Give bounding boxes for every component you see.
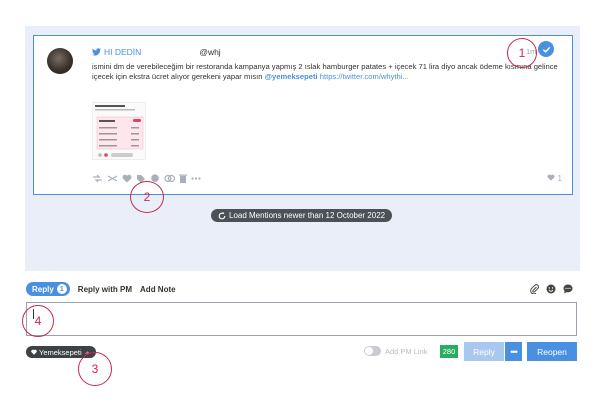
author-handle[interactable]: @whj bbox=[199, 47, 220, 57]
toggle-switch[interactable] bbox=[364, 346, 381, 356]
load-newer-mentions-button[interactable]: Load Mentions newer than 12 October 2022 bbox=[211, 209, 393, 222]
more-icon[interactable] bbox=[191, 174, 201, 185]
like-count-value: 1 bbox=[557, 174, 562, 183]
heart-icon[interactable] bbox=[122, 174, 132, 185]
emoji-icon[interactable] bbox=[546, 284, 556, 294]
reply-button[interactable]: Reply bbox=[464, 342, 504, 361]
reply-textarea[interactable] bbox=[26, 302, 577, 336]
tag-label: Yemeksepeti bbox=[39, 347, 82, 357]
annotation-1: 1 bbox=[507, 38, 537, 68]
tweet-author: HI DEDİN @whj bbox=[92, 47, 221, 57]
trash-icon[interactable] bbox=[179, 174, 187, 185]
refresh-icon bbox=[218, 211, 226, 219]
load-newer-mentions-label: Load Mentions newer than 12 October 2022 bbox=[229, 211, 386, 220]
reply-tabs: Reply 1 Reply with PM Add Note bbox=[26, 282, 176, 296]
shuffle-icon[interactable] bbox=[107, 174, 118, 185]
paperclip-icon[interactable] bbox=[529, 284, 539, 294]
avatar[interactable] bbox=[47, 48, 73, 74]
tweet-image[interactable] bbox=[92, 102, 146, 160]
author-name[interactable]: HI DEDİN bbox=[104, 47, 141, 57]
annotation-3: 3 bbox=[78, 352, 112, 386]
twitter-bird-icon bbox=[92, 48, 101, 56]
like-count: 1 bbox=[547, 174, 562, 183]
tweet-body: ismini dm de verebileceğim bir restorand… bbox=[92, 62, 560, 82]
add-pm-link-label: Add PM Link bbox=[385, 346, 428, 356]
add-pm-link-toggle[interactable]: Add PM Link bbox=[364, 346, 428, 356]
character-counter: 280 bbox=[440, 345, 458, 358]
composer-tools bbox=[529, 284, 573, 294]
chat-icon[interactable] bbox=[563, 284, 573, 294]
tab-reply[interactable]: Reply 1 bbox=[26, 282, 70, 296]
mail-icon[interactable] bbox=[164, 174, 176, 185]
tweet-mention[interactable]: @yemeksepeti bbox=[265, 72, 318, 81]
check-icon bbox=[542, 46, 550, 53]
tab-reply-count: 1 bbox=[56, 284, 67, 294]
tab-add-note[interactable]: Add Note bbox=[140, 285, 176, 294]
tab-reply-with-pm[interactable]: Reply with PM bbox=[78, 285, 132, 294]
annotation-4: 4 bbox=[22, 305, 54, 337]
heart-small-icon bbox=[547, 174, 555, 181]
tweet-card[interactable]: HI DEDİN @whj 1m ismini dm de verebilece… bbox=[33, 35, 573, 195]
screenshot-thumbnail bbox=[95, 105, 144, 157]
retweet-icon[interactable] bbox=[92, 174, 103, 185]
annotation-2: 2 bbox=[130, 181, 164, 213]
reopen-button[interactable]: Reopen bbox=[527, 342, 577, 361]
tweet-link[interactable]: https://twitter.com/whythi... bbox=[320, 72, 409, 81]
reply-options-button[interactable]: ••• bbox=[505, 342, 522, 361]
mentions-feed: HI DEDİN @whj 1m ismini dm de verebilece… bbox=[25, 26, 580, 271]
tab-reply-label: Reply bbox=[32, 284, 54, 294]
heart-small-icon bbox=[31, 349, 37, 355]
mark-done-button[interactable] bbox=[538, 41, 554, 57]
